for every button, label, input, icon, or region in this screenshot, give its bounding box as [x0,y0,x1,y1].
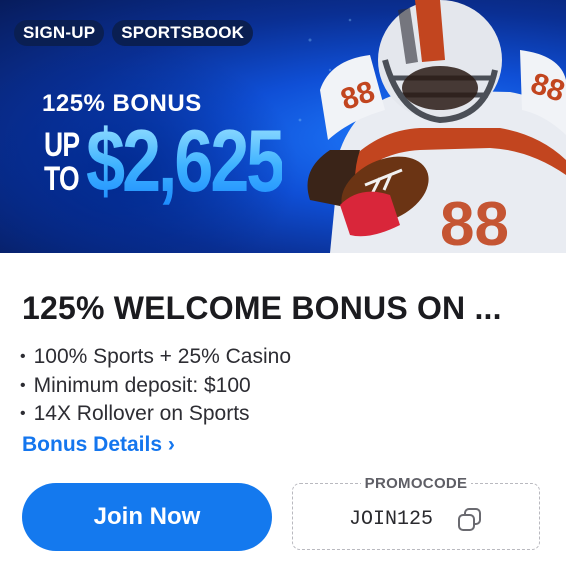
banner-up-to: UP TO [44,126,80,198]
promo-banner: SIGN-UP SPORTSBOOK 125% BONUS UP TO $2,6… [0,0,566,253]
bonus-details-link[interactable]: Bonus Details › [22,433,175,457]
promo-code-box: PROMOCODE JOIN125 [292,475,540,550]
feature-item: 14X Rollover on Sports [20,401,291,430]
banner-tags: SIGN-UP SPORTSBOOK [14,20,254,46]
offer-features: 100% Sports + 25% Casino Minimum deposit… [20,344,291,430]
feature-item: 100% Sports + 25% Casino [20,344,291,373]
promo-code-label: PROMOCODE [360,475,472,492]
promo-code-value: JOIN125 [349,508,434,531]
feature-item: Minimum deposit: $100 [20,373,291,402]
copy-icon[interactable] [456,506,484,534]
tag-sportsbook: SPORTSBOOK [112,20,254,46]
football-player-image: 88 88 88 [298,0,566,253]
offer-title: 125% WELCOME BONUS ON ... [22,290,502,326]
banner-amount: $2,625 [86,111,285,210]
jersey-number-chest: 88 [440,190,509,253]
tag-sign-up: SIGN-UP [14,20,105,46]
bonus-card: SIGN-UP SPORTSBOOK 125% BONUS UP TO $2,6… [0,0,566,577]
join-now-button[interactable]: Join Now [22,483,272,551]
